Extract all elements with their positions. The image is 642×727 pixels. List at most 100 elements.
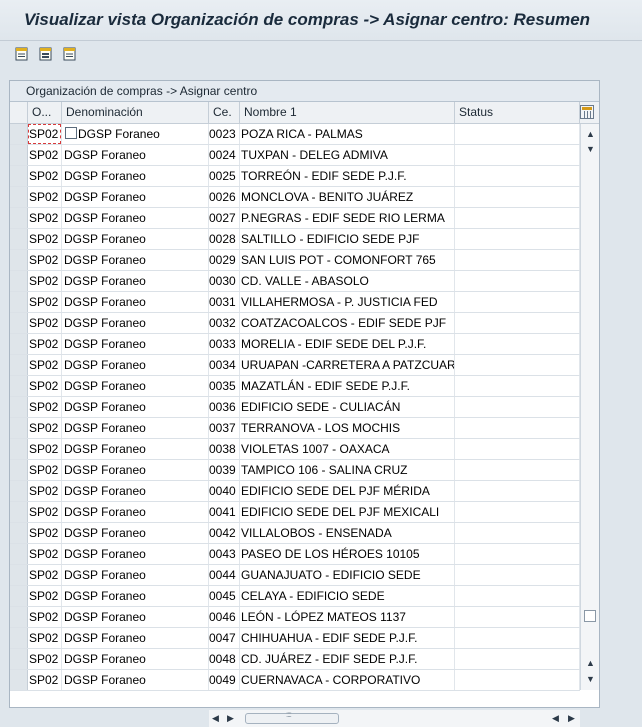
details-icon[interactable] bbox=[14, 46, 30, 62]
cell-org[interactable]: SP02 bbox=[28, 334, 62, 354]
cell-status[interactable] bbox=[455, 607, 580, 627]
table-settings-icon[interactable] bbox=[580, 105, 594, 119]
cell-nombre[interactable]: POZA RICA - PALMAS bbox=[240, 124, 455, 144]
cell-status[interactable] bbox=[455, 187, 580, 207]
cell-status[interactable] bbox=[455, 355, 580, 375]
cell-org[interactable]: SP02 bbox=[28, 460, 62, 480]
cell-org[interactable]: SP02 bbox=[28, 376, 62, 396]
cell-org[interactable]: SP02 bbox=[28, 229, 62, 249]
row-selector[interactable] bbox=[10, 649, 28, 669]
cell-centro[interactable]: 0039 bbox=[209, 460, 240, 480]
table-row[interactable]: SP02 DGSP Foraneo 0024 TUXPAN - DELEG ADMIV… bbox=[10, 145, 580, 166]
cell-org[interactable]: SP02 bbox=[28, 586, 62, 606]
cell-status[interactable] bbox=[455, 124, 580, 144]
table-row[interactable]: SP02 DGSP Foraneo 0039 TAMPICO 106 - SALINA… bbox=[10, 460, 580, 481]
cell-status[interactable] bbox=[455, 523, 580, 543]
horizontal-scroll-thumb[interactable]: :::: bbox=[245, 710, 339, 724]
table-row[interactable]: SP02 DGSP Foraneo 0033 MORELIA - EDIF SEDE … bbox=[10, 334, 580, 355]
cell-org[interactable]: SP02 bbox=[28, 649, 62, 669]
cell-centro[interactable]: 0032 bbox=[209, 313, 240, 333]
cell-status[interactable] bbox=[455, 292, 580, 312]
table-row[interactable]: SP02 DGSP Foraneo 0028 SALTILLO - EDIFICIO … bbox=[10, 229, 580, 250]
cell-status[interactable] bbox=[455, 439, 580, 459]
cell-nombre[interactable]: TUXPAN - DELEG ADMIVA bbox=[240, 145, 455, 165]
cell-denominacion[interactable]: DGSP Foraneo bbox=[62, 145, 209, 165]
table-row[interactable]: SP02 DGSP Foraneo 0036 EDIFICIO SEDE - CULI… bbox=[10, 397, 580, 418]
cell-org[interactable]: SP02 bbox=[28, 313, 62, 333]
cell-nombre[interactable]: PASEO DE LOS HÉROES 10105 bbox=[240, 544, 455, 564]
row-selector[interactable] bbox=[10, 208, 28, 228]
page-up-icon[interactable]: ▼ bbox=[586, 144, 595, 154]
cell-centro[interactable]: 0035 bbox=[209, 376, 240, 396]
cell-status[interactable] bbox=[455, 229, 580, 249]
table-row[interactable]: SP02 DGSP Foraneo 0037 TERRANOVA - LOS MOCH… bbox=[10, 418, 580, 439]
row-selector[interactable] bbox=[10, 166, 28, 186]
row-selector[interactable] bbox=[10, 670, 28, 690]
cell-denominacion[interactable]: DGSP Foraneo bbox=[62, 460, 209, 480]
table-row[interactable]: SP02 DGSP Foraneo 0046 LEÓN - LÓPEZ MATEOS … bbox=[10, 607, 580, 628]
cell-status[interactable] bbox=[455, 334, 580, 354]
row-selector[interactable] bbox=[10, 418, 28, 438]
cell-centro[interactable]: 0027 bbox=[209, 208, 240, 228]
column-header-org[interactable]: O... bbox=[28, 102, 62, 123]
cell-centro[interactable]: 0041 bbox=[209, 502, 240, 522]
table-row[interactable]: SP02 DGSP Foraneo 0030 CD. VALLE - ABASOLO bbox=[10, 271, 580, 292]
table-row[interactable]: SP02 DGSP Foraneo 0026 MONCLOVA - BENITO JU… bbox=[10, 187, 580, 208]
cell-org[interactable]: SP02 bbox=[28, 628, 62, 648]
row-selector[interactable] bbox=[10, 376, 28, 396]
cell-denominacion[interactable]: DGSP Foraneo bbox=[62, 607, 209, 627]
cell-centro[interactable]: 0043 bbox=[209, 544, 240, 564]
row-selector[interactable] bbox=[10, 250, 28, 270]
cell-denominacion[interactable]: DGSP Foraneo bbox=[62, 670, 209, 690]
cell-org[interactable]: SP02 bbox=[28, 166, 62, 186]
cell-org[interactable]: SP02 bbox=[28, 271, 62, 291]
row-selector[interactable] bbox=[10, 355, 28, 375]
table-row[interactable]: SP02 DGSP Foraneo 0029 SAN LUIS POT - COMON… bbox=[10, 250, 580, 271]
column-header-nombre[interactable]: Nombre 1 bbox=[240, 102, 455, 123]
table-row[interactable]: SP02 DGSP Foraneo 0038 VIOLETAS 1007 - OAXA… bbox=[10, 439, 580, 460]
cell-org[interactable]: SP02 bbox=[28, 397, 62, 417]
cell-denominacion[interactable]: DGSP Foraneo bbox=[62, 208, 209, 228]
table-row[interactable]: SP02 DGSP Foraneo 0027 P.NEGRAS - EDIF SEDE… bbox=[10, 208, 580, 229]
cell-centro[interactable]: 0036 bbox=[209, 397, 240, 417]
cell-org[interactable]: SP02 bbox=[28, 250, 62, 270]
table-row[interactable]: SP02 DGSP Foraneo 0023 POZA RICA - PALMAS bbox=[10, 124, 580, 145]
cell-status[interactable] bbox=[455, 418, 580, 438]
cell-denominacion[interactable]: DGSP Foraneo bbox=[62, 649, 209, 669]
cell-denominacion[interactable]: DGSP Foraneo bbox=[62, 334, 209, 354]
cell-denominacion[interactable]: DGSP Foraneo bbox=[62, 481, 209, 501]
cell-status[interactable] bbox=[455, 145, 580, 165]
cell-nombre[interactable]: CUERNAVACA - CORPORATIVO bbox=[240, 670, 455, 690]
vertical-scrollbar[interactable]: ▲ ▼ ▲ ▼ bbox=[580, 124, 599, 690]
select-all-icon[interactable] bbox=[38, 46, 54, 62]
cell-centro[interactable]: 0031 bbox=[209, 292, 240, 312]
cell-denominacion[interactable]: DGSP Foraneo bbox=[62, 523, 209, 543]
cell-nombre[interactable]: URUAPAN -CARRETERA A PATZCUARO bbox=[240, 355, 455, 375]
scroll-right-icon[interactable]: ▶ bbox=[568, 713, 575, 724]
table-row[interactable]: SP02 DGSP Foraneo 0049 CUERNAVACA - CORPORA… bbox=[10, 670, 580, 691]
cell-denominacion[interactable]: DGSP Foraneo bbox=[62, 565, 209, 585]
cell-centro[interactable]: 0046 bbox=[209, 607, 240, 627]
cell-denominacion[interactable]: DGSP Foraneo bbox=[62, 124, 209, 144]
horizontal-scrollbar[interactable]: ◀ ▶ :::: ◀ ▶ bbox=[209, 710, 580, 727]
cell-nombre[interactable]: CHIHUAHUA - EDIF SEDE P.J.F. bbox=[240, 628, 455, 648]
scroll-up-icon[interactable]: ▲ bbox=[586, 129, 595, 139]
cell-centro[interactable]: 0047 bbox=[209, 628, 240, 648]
cell-centro[interactable]: 0038 bbox=[209, 439, 240, 459]
cell-status[interactable] bbox=[455, 376, 580, 396]
table-row[interactable]: SP02 DGSP Foraneo 0045 CELAYA - EDIFICIO SE… bbox=[10, 586, 580, 607]
cell-status[interactable] bbox=[455, 502, 580, 522]
row-selector[interactable] bbox=[10, 523, 28, 543]
cell-denominacion[interactable]: DGSP Foraneo bbox=[62, 544, 209, 564]
cell-centro[interactable]: 0030 bbox=[209, 271, 240, 291]
cell-denominacion[interactable]: DGSP Foraneo bbox=[62, 292, 209, 312]
table-row[interactable]: SP02 DGSP Foraneo 0044 GUANAJUATO - EDIFIC… bbox=[10, 565, 580, 586]
cell-centro[interactable]: 0029 bbox=[209, 250, 240, 270]
cell-status[interactable] bbox=[455, 460, 580, 480]
cell-nombre[interactable]: TAMPICO 106 - SALINA CRUZ bbox=[240, 460, 455, 480]
cell-nombre[interactable]: MORELIA - EDIF SEDE DEL P.J.F. bbox=[240, 334, 455, 354]
row-selector[interactable] bbox=[10, 397, 28, 417]
cell-org[interactable]: SP02 bbox=[28, 481, 62, 501]
cell-org[interactable]: SP02 bbox=[28, 208, 62, 228]
row-selector[interactable] bbox=[10, 313, 28, 333]
